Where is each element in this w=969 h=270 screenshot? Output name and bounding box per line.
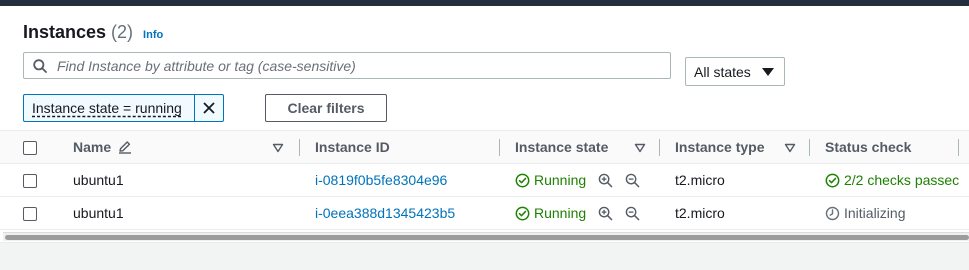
search-box[interactable] xyxy=(23,52,671,79)
zoom-out-icon[interactable] xyxy=(625,206,640,221)
table-row[interactable]: ubuntu1 i-0eea388d1345423b5 Running t2.m… xyxy=(0,196,969,230)
instance-id-cell: i-0819f0b5fe8304e96 xyxy=(300,163,500,197)
column-divider[interactable] xyxy=(958,139,959,156)
row-checkbox[interactable] xyxy=(23,207,37,222)
page-title: Instances xyxy=(23,22,107,42)
instance-count: (2) xyxy=(111,22,134,42)
instance-state-cell: Running xyxy=(500,163,660,197)
select-all-cell xyxy=(0,130,58,164)
scrollbar-thumb[interactable] xyxy=(5,235,969,240)
clock-icon xyxy=(825,206,840,221)
instance-state-dropdown[interactable]: All states xyxy=(685,57,785,86)
column-label-instance-id: Instance ID xyxy=(315,139,390,155)
column-header-instance-type[interactable]: Instance type xyxy=(660,130,810,164)
clear-filters-button[interactable]: Clear filters xyxy=(265,94,387,122)
status-check-label[interactable]: 2/2 checks passec xyxy=(844,172,959,188)
caret-down-icon xyxy=(762,67,774,76)
instance-state-label: Running xyxy=(534,171,587,188)
state-dropdown-value: All states xyxy=(694,63,751,80)
table-row[interactable]: ubuntu1 i-0819f0b5fe8304e96 Running t2.m… xyxy=(0,163,969,197)
instance-name: ubuntu1 xyxy=(58,196,300,230)
column-label-instance-type: Instance type xyxy=(675,139,765,155)
panel-header: Instances (2) Info xyxy=(23,22,163,44)
info-link[interactable]: Info xyxy=(143,29,163,41)
column-label-status-check: Status check xyxy=(825,139,912,155)
select-all-checkbox[interactable] xyxy=(23,141,37,156)
zoom-in-icon[interactable] xyxy=(598,206,613,221)
sort-icon[interactable] xyxy=(634,143,646,153)
instance-state-label: Running xyxy=(534,204,587,221)
zoom-in-icon[interactable] xyxy=(598,173,613,188)
instance-state-cell: Running xyxy=(500,196,660,230)
status-check-cell: Initializing xyxy=(810,196,969,230)
status-check-cell: 2/2 checks passec xyxy=(810,163,969,197)
split-panel-area xyxy=(0,242,969,270)
status-check-label: Initializing xyxy=(844,205,906,221)
filter-token-label[interactable]: Instance state = running xyxy=(24,95,195,121)
remove-filter-button[interactable] xyxy=(195,95,223,121)
instance-id-link[interactable]: i-0eea388d1345423b5 xyxy=(315,205,455,221)
instance-id-cell: i-0eea388d1345423b5 xyxy=(300,196,500,230)
table-header-row: Name Instance ID Instance state Instance… xyxy=(0,130,969,164)
instances-table: Name Instance ID Instance state Instance… xyxy=(0,130,969,230)
zoom-out-icon[interactable] xyxy=(625,173,640,188)
column-header-instance-id[interactable]: Instance ID xyxy=(300,130,500,164)
horizontal-scrollbar[interactable] xyxy=(3,232,969,241)
column-header-instance-state[interactable]: Instance state xyxy=(500,130,660,164)
instance-id-link[interactable]: i-0819f0b5fe8304e96 xyxy=(315,172,447,188)
instance-type: t2.micro xyxy=(660,163,810,197)
column-header-name[interactable]: Name xyxy=(58,130,300,164)
row-checkbox[interactable] xyxy=(23,174,37,189)
check-circle-icon xyxy=(515,206,530,221)
check-circle-icon xyxy=(825,173,840,188)
edit-icon xyxy=(119,141,132,154)
column-label-instance-state: Instance state xyxy=(515,139,609,155)
instance-type: t2.micro xyxy=(660,196,810,230)
row-select-cell xyxy=(0,196,58,230)
filter-token: Instance state = running xyxy=(23,94,224,122)
instance-name: ubuntu1 xyxy=(58,163,300,197)
column-header-status-check[interactable]: Status check xyxy=(810,130,969,164)
search-icon xyxy=(33,58,47,73)
check-circle-icon xyxy=(515,173,530,188)
sort-icon[interactable] xyxy=(272,143,284,153)
close-icon xyxy=(203,102,215,114)
row-select-cell xyxy=(0,163,58,197)
sort-icon[interactable] xyxy=(784,143,796,153)
column-label-name: Name xyxy=(73,139,112,155)
search-input[interactable] xyxy=(57,57,637,74)
